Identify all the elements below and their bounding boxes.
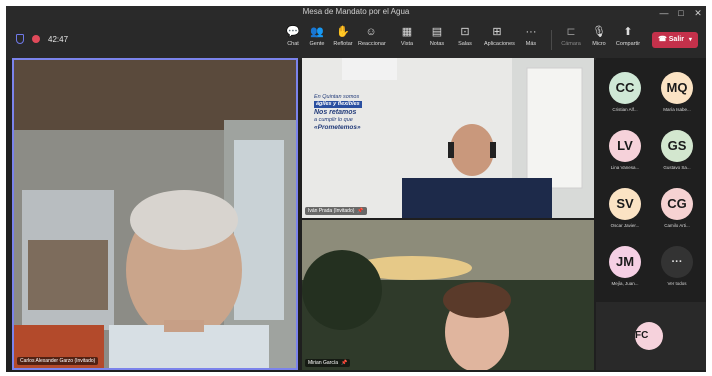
rooms-icon: ⊡ bbox=[460, 26, 470, 38]
participant-tile[interactable]: CG Camilo Arti... bbox=[652, 188, 702, 228]
avatar: GS bbox=[661, 130, 693, 162]
react-button[interactable]: ☺ Reaccionar bbox=[358, 25, 386, 47]
chat-icon: 💬 bbox=[286, 26, 300, 38]
meeting-timer: 42:47 bbox=[48, 34, 69, 44]
toolbar-divider bbox=[551, 30, 552, 50]
mic-icon: 🎙 bbox=[592, 26, 606, 38]
participant-tile[interactable]: GS Gustavo Sa... bbox=[652, 130, 702, 170]
view-all-button[interactable]: ··· Ver todos bbox=[652, 246, 702, 286]
view-button[interactable]: ▦ Vista bbox=[394, 25, 420, 47]
avatar: CG bbox=[661, 188, 693, 220]
apps-button[interactable]: ⊞ Aplicaciones bbox=[484, 25, 515, 47]
raise-hand-icon: ✋ bbox=[336, 26, 350, 38]
more-button[interactable]: ··· Más bbox=[518, 25, 544, 47]
title-bar: Mesa de Mandato por el Agua — □ ✕ bbox=[6, 6, 706, 20]
camera-icon: ⊏ bbox=[566, 26, 576, 38]
maximize-icon[interactable]: □ bbox=[673, 6, 689, 20]
leave-label: Salir bbox=[668, 36, 684, 43]
mic-button[interactable]: 🎙 Micro bbox=[586, 25, 612, 47]
avatar: LV bbox=[609, 130, 641, 162]
video-tile[interactable]: Mirian García 📌 bbox=[302, 220, 594, 370]
wall-banner: En Quintan somos ágiles y flexibles Nos … bbox=[314, 94, 362, 131]
participant-name-label: Iván Prada (Invitado) 📌 bbox=[305, 207, 367, 215]
shield-icon bbox=[16, 34, 24, 44]
participant-tile[interactable]: JM Mejía, Juan... bbox=[600, 246, 650, 286]
avatar: CC bbox=[609, 72, 641, 104]
window-title: Mesa de Mandato por el Agua bbox=[302, 7, 410, 16]
avatar: JM bbox=[609, 246, 641, 278]
avatar: MQ bbox=[661, 72, 693, 104]
pin-icon: 📌 bbox=[341, 360, 348, 366]
people-button[interactable]: 👥 Gente bbox=[304, 25, 330, 47]
participant-video-feed bbox=[302, 58, 594, 218]
video-tile[interactable]: En Quintan somos ágiles y flexibles Nos … bbox=[302, 58, 594, 218]
close-icon[interactable]: ✕ bbox=[690, 6, 706, 20]
recording-icon bbox=[32, 35, 40, 43]
participant-gallery: CC Cristian Alf... MQ María Isabe... LV … bbox=[596, 58, 706, 370]
meeting-toolbar: 42:47 💬 Chat 👥 Gente ✋ Reflotar ☺ Reaccionar… bbox=[6, 20, 706, 60]
avatar: FC bbox=[635, 322, 663, 350]
meeting-status: 42:47 bbox=[16, 34, 68, 44]
avatar: SV bbox=[609, 188, 641, 220]
participant-tile[interactable]: SV Oscar Javier... bbox=[600, 188, 650, 228]
minimize-icon[interactable]: — bbox=[656, 6, 672, 20]
people-icon: 👥 bbox=[310, 26, 324, 38]
phone-hangup-icon: ☎ bbox=[658, 36, 667, 43]
teams-meeting-window: Mesa de Mandato por el Agua — □ ✕ 42:47 … bbox=[6, 6, 706, 372]
participant-name-label: Carlos Alexander Garzo (Invitado) bbox=[17, 357, 99, 365]
pin-icon: 📌 bbox=[357, 208, 364, 214]
chat-button[interactable]: 💬 Chat bbox=[280, 25, 306, 47]
main-video-tile[interactable]: Carlos Alexander Garzo (Invitado) bbox=[12, 58, 298, 370]
participant-tile[interactable]: CC Cristian Alf... bbox=[600, 72, 650, 112]
camera-button[interactable]: ⊏ Cámara bbox=[558, 25, 584, 47]
notes-icon: ▤ bbox=[431, 26, 443, 38]
notes-button[interactable]: ▤ Notas bbox=[424, 25, 450, 47]
participant-video-feed bbox=[302, 220, 594, 370]
share-button[interactable]: ⬆ Compartir bbox=[615, 25, 641, 47]
more-icon: ··· bbox=[525, 26, 537, 38]
rooms-button[interactable]: ⊡ Salas bbox=[452, 25, 478, 47]
self-view-tile[interactable]: FC bbox=[596, 302, 706, 370]
leave-button[interactable]: ☎ Salir ▾ bbox=[652, 32, 698, 48]
participant-tile[interactable]: LV Lina Vanesa... bbox=[600, 130, 650, 170]
view-icon: ▦ bbox=[401, 26, 413, 38]
apps-icon: ⊞ bbox=[492, 26, 502, 38]
react-icon: ☺ bbox=[365, 26, 377, 38]
main-video-feed bbox=[14, 60, 296, 368]
participant-name-label: Mirian García 📌 bbox=[305, 359, 351, 367]
more-icon: ··· bbox=[661, 246, 693, 278]
raise-hand-button[interactable]: ✋ Reflotar bbox=[330, 25, 356, 47]
share-icon: ⬆ bbox=[623, 26, 633, 38]
participant-tile[interactable]: MQ María Isabe... bbox=[652, 72, 702, 112]
chevron-down-icon: ▾ bbox=[688, 37, 692, 43]
